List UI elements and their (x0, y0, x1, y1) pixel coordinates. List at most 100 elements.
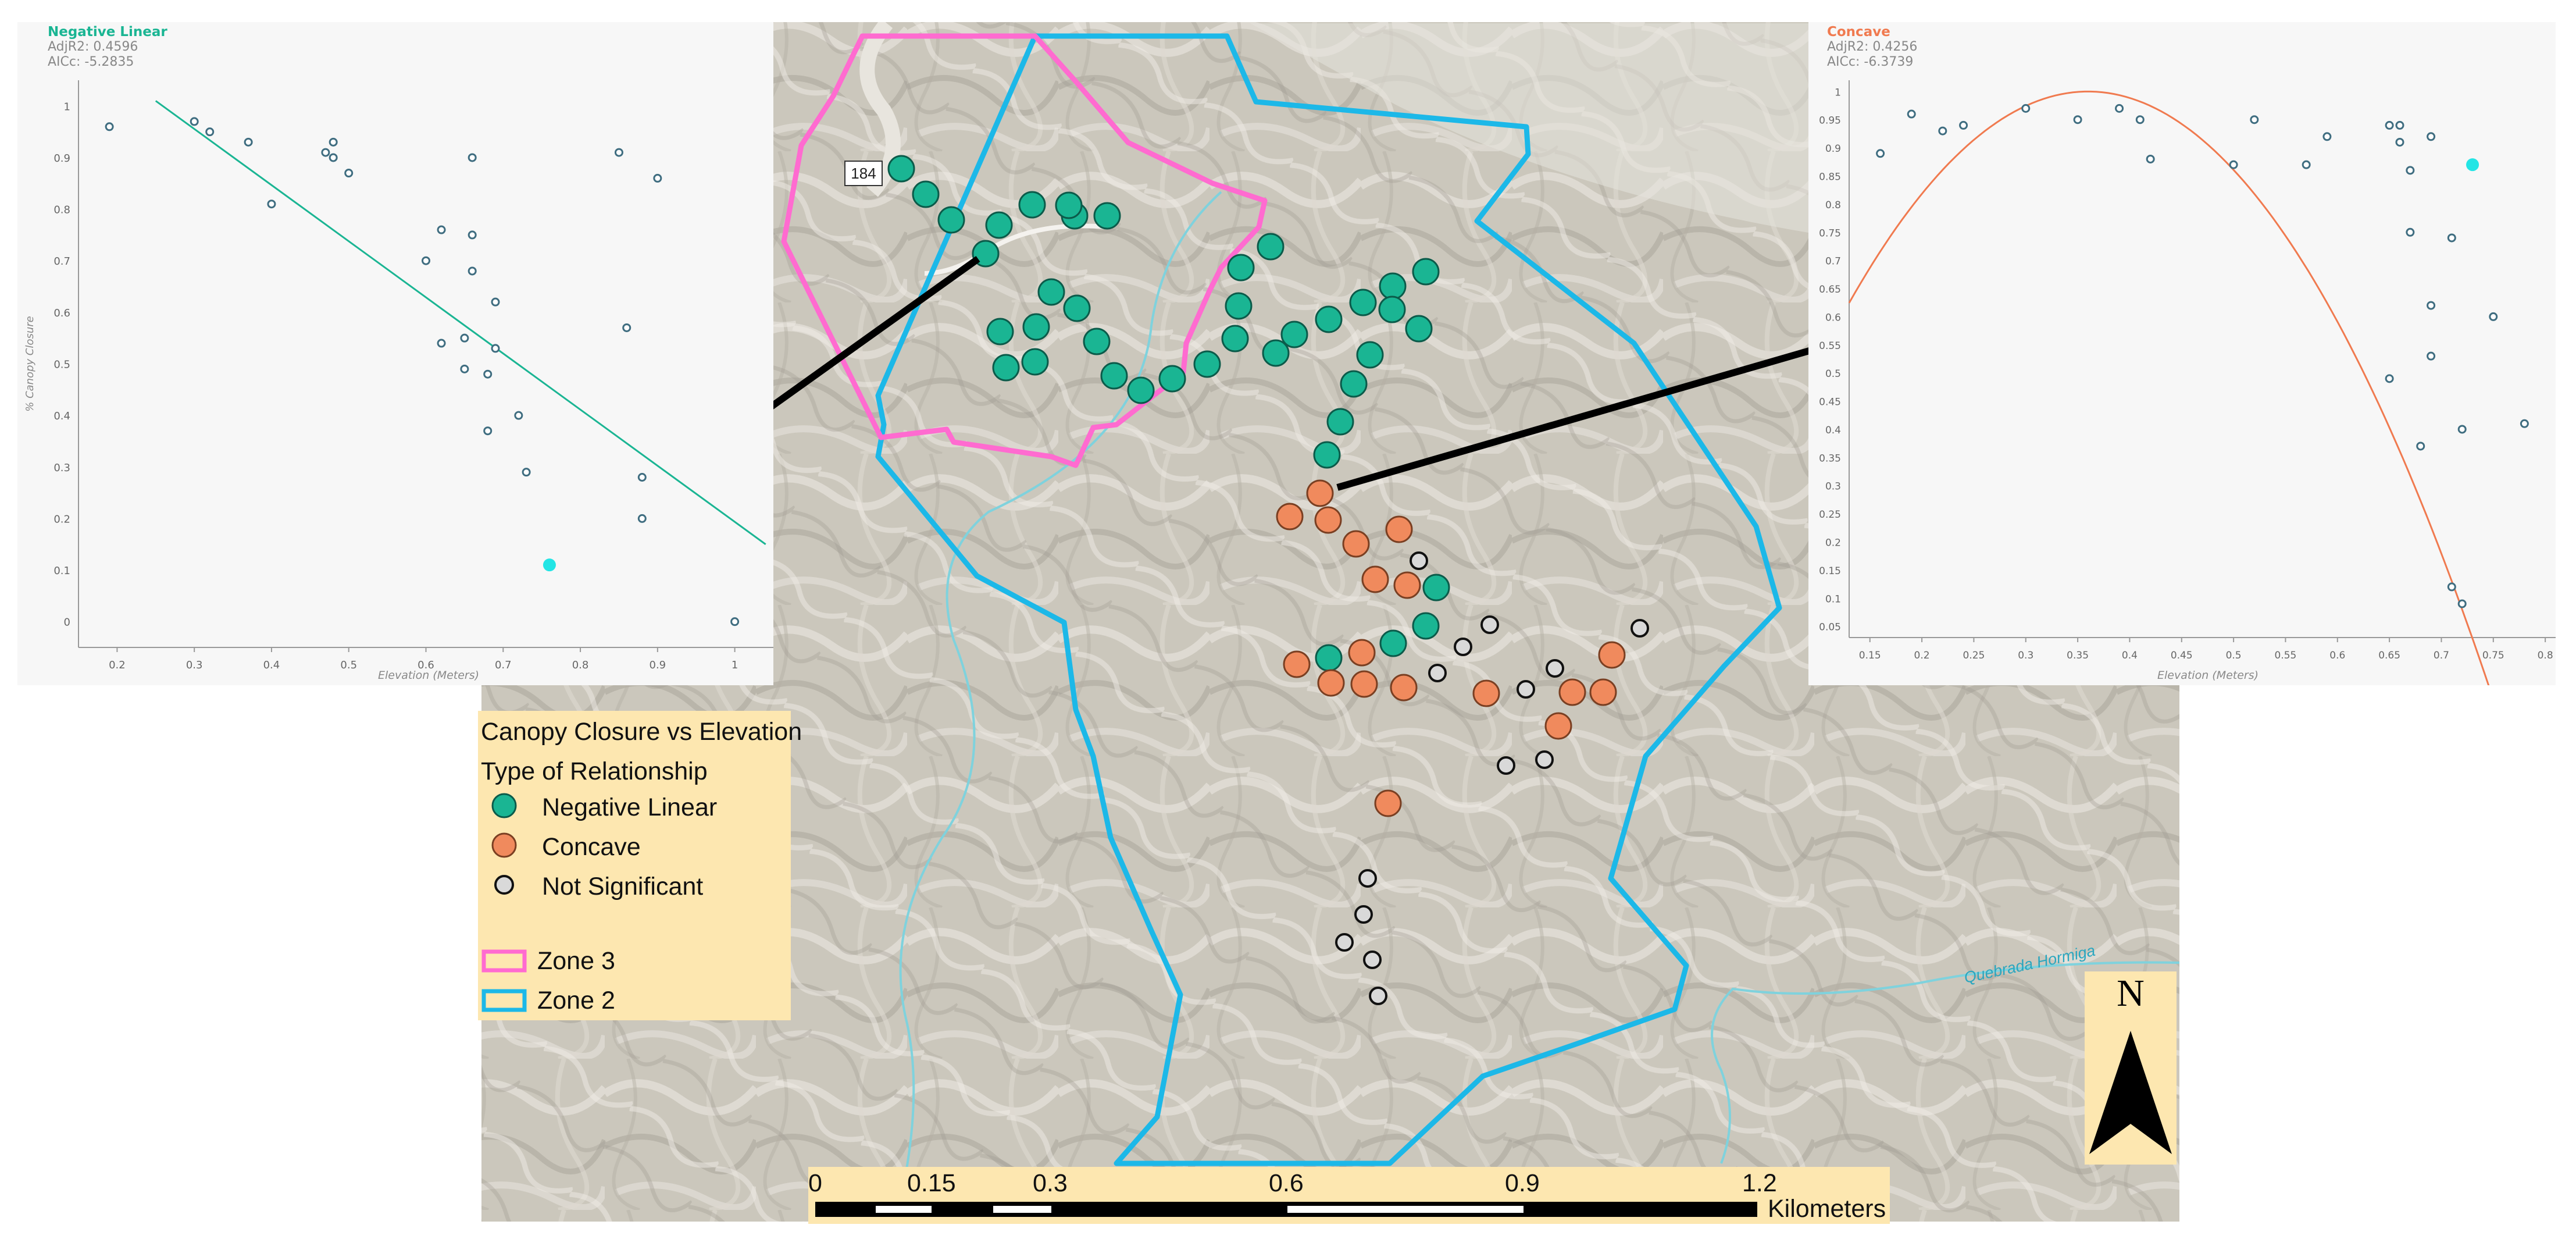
data-point[interactable] (2416, 442, 2425, 451)
concave-site[interactable] (1276, 503, 1304, 531)
not-significant-site[interactable] (1630, 619, 1649, 638)
not-significant-site[interactable] (1354, 905, 1373, 924)
negative-linear-site[interactable] (1379, 629, 1407, 657)
data-point[interactable] (422, 256, 430, 265)
negative-linear-site[interactable] (1340, 370, 1368, 398)
data-point[interactable] (437, 225, 446, 234)
concave-site[interactable] (1317, 669, 1345, 697)
not-significant-site[interactable] (1358, 869, 1377, 888)
concave-site[interactable] (1314, 506, 1342, 534)
concave-site[interactable] (1390, 674, 1418, 702)
negative-linear-site[interactable] (1227, 254, 1255, 282)
negative-linear-site[interactable] (992, 354, 1020, 382)
data-point[interactable] (491, 344, 500, 353)
negative-linear-site[interactable] (1018, 191, 1046, 219)
not-significant-site[interactable] (1517, 680, 1535, 699)
data-point[interactable] (2229, 160, 2238, 169)
negative-linear-site[interactable] (1158, 365, 1186, 393)
concave-site[interactable] (1393, 571, 1421, 599)
negative-linear-site[interactable] (1021, 348, 1049, 376)
negative-linear-site[interactable] (985, 211, 1013, 239)
negative-linear-site[interactable] (1422, 574, 1450, 601)
data-point[interactable] (2406, 227, 2415, 237)
negative-linear-site[interactable] (1315, 644, 1343, 672)
not-significant-site[interactable] (1546, 659, 1564, 678)
negative-linear-site[interactable] (1412, 258, 1440, 286)
not-significant-site[interactable] (1480, 615, 1499, 634)
negative-linear-site[interactable] (1326, 408, 1354, 436)
data-point[interactable] (460, 364, 469, 373)
negative-linear-site[interactable] (1356, 341, 1384, 369)
negative-linear-site[interactable] (1100, 362, 1128, 390)
data-point[interactable] (1938, 126, 1947, 136)
concave-site[interactable] (1306, 479, 1334, 507)
data-point[interactable] (614, 148, 623, 157)
data-point[interactable] (2115, 104, 2124, 113)
negative-linear-site[interactable] (1349, 289, 1377, 316)
negative-linear-site[interactable] (1257, 233, 1285, 261)
data-point[interactable] (267, 200, 276, 209)
data-point[interactable] (522, 468, 531, 477)
data-point[interactable] (730, 617, 740, 626)
data-point[interactable] (637, 514, 647, 523)
data-point[interactable] (2427, 301, 2436, 310)
data-point[interactable] (460, 333, 469, 343)
negative-linear-site[interactable] (1193, 350, 1221, 378)
data-point[interactable] (2395, 120, 2404, 130)
not-significant-site[interactable] (1454, 638, 1472, 656)
data-point[interactable] (2302, 160, 2311, 169)
negative-linear-site[interactable] (937, 206, 965, 234)
data-point[interactable] (2457, 599, 2467, 608)
data-point[interactable] (491, 297, 500, 307)
negative-linear-site[interactable] (1313, 441, 1341, 469)
negative-linear-site[interactable] (1379, 272, 1407, 300)
data-point[interactable] (2385, 120, 2394, 130)
concave-site[interactable] (1544, 712, 1572, 740)
concave-site[interactable] (1598, 641, 1626, 669)
data-point[interactable] (2489, 312, 2498, 321)
data-point[interactable] (2021, 104, 2031, 113)
data-point[interactable] (653, 173, 662, 183)
concave-site[interactable] (1361, 565, 1389, 593)
concave-site[interactable] (1472, 679, 1500, 707)
data-point[interactable] (2146, 154, 2155, 163)
data-point[interactable] (2427, 132, 2436, 141)
not-significant-site[interactable] (1535, 750, 1554, 769)
concave-site[interactable] (1558, 678, 1586, 706)
data-point[interactable] (637, 473, 647, 482)
data-point[interactable] (2457, 425, 2467, 434)
data-point[interactable] (2250, 115, 2259, 124)
negative-linear-site[interactable] (1083, 327, 1111, 355)
negative-linear-site[interactable] (1225, 292, 1253, 320)
data-point[interactable] (2520, 419, 2529, 428)
negative-linear-site[interactable] (1037, 278, 1065, 306)
data-point[interactable] (468, 153, 477, 162)
data-point[interactable] (2073, 115, 2082, 124)
highlighted-data-point[interactable] (2466, 158, 2479, 172)
concave-scatter-plot[interactable]: 0.15 0.2 0.25 0.3 0.35 0.4 0.45 0.5 0.55 0.6 0.65 0… (1808, 22, 2556, 685)
data-point[interactable] (437, 339, 446, 348)
data-point[interactable] (468, 266, 477, 276)
data-point[interactable] (622, 323, 631, 332)
not-significant-site[interactable] (1363, 950, 1382, 969)
not-significant-site[interactable] (1335, 933, 1354, 952)
negative-linear-site[interactable] (1093, 202, 1121, 230)
highlighted-data-point[interactable] (543, 558, 556, 572)
data-point[interactable] (2322, 132, 2332, 141)
negative-linear-site[interactable] (1127, 376, 1155, 404)
data-point[interactable] (2395, 137, 2404, 147)
data-point[interactable] (2447, 233, 2456, 243)
data-point[interactable] (468, 230, 477, 240)
negative-linear-site[interactable] (1055, 191, 1083, 219)
not-significant-site[interactable] (1410, 551, 1428, 570)
concave-site[interactable] (1350, 670, 1378, 698)
negative-linear-site[interactable] (1412, 612, 1440, 640)
data-point[interactable] (329, 137, 338, 147)
concave-site[interactable] (1283, 650, 1311, 678)
data-point[interactable] (329, 153, 338, 162)
concave-site[interactable] (1385, 515, 1413, 543)
data-point[interactable] (105, 122, 114, 131)
data-point[interactable] (2447, 582, 2456, 592)
negative-linear-scatter-plot[interactable]: 0.2 0.3 0.4 0.5 0.6 0.7 0.8 0.9 1 0 0.1 0.2 0.3 0.4 0.… (17, 22, 773, 685)
data-point[interactable] (190, 117, 199, 126)
